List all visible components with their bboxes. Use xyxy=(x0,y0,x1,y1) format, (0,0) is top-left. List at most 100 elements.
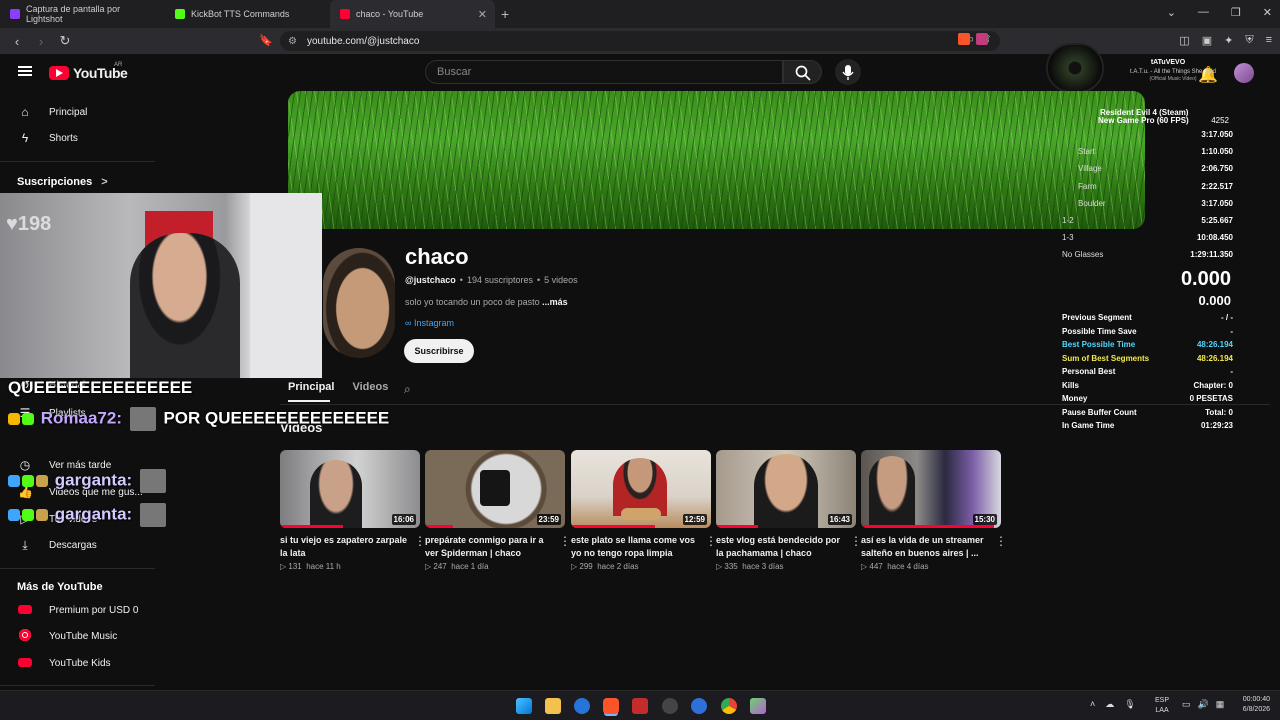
volume-icon[interactable]: 🔊 xyxy=(1198,699,1209,710)
split-row: Village 2:06.750 xyxy=(1062,164,1233,178)
chat-emote-icon xyxy=(139,503,166,527)
video-title[interactable]: prepárate conmigo para ir a ver Spiderma… xyxy=(425,534,555,560)
tray-chevron-icon[interactable]: ˄ xyxy=(1090,699,1095,710)
bing-icon[interactable] xyxy=(574,698,590,714)
more-actions-icon[interactable]: ⋮ xyxy=(559,534,571,548)
meta-separator: • xyxy=(459,275,463,285)
sidebar-item-downloads[interactable]: ⤓ Descargas xyxy=(0,532,155,558)
tab-list-chevron-icon[interactable]: ⌄ xyxy=(1167,6,1176,19)
back-icon[interactable]: ‹ xyxy=(10,34,24,49)
guide-menu-icon[interactable] xyxy=(18,66,32,76)
brave-browser-icon[interactable] xyxy=(603,698,619,714)
video-thumbnail[interactable]: 15:30 xyxy=(861,450,1001,528)
video-thumbnail[interactable]: 12:59 xyxy=(571,450,711,528)
mic-tray-icon[interactable]: 🎙 xyxy=(1124,699,1135,710)
close-tab-icon[interactable]: ✕ xyxy=(478,8,487,21)
bookmark-icon[interactable]: 🔖 xyxy=(259,34,273,47)
close-window-icon[interactable]: ✕ xyxy=(1263,6,1272,19)
tab-videos[interactable]: Videos xyxy=(352,381,388,393)
voice-search-button[interactable] xyxy=(835,59,861,85)
watch-progress-bar xyxy=(716,525,758,528)
tab-label: Captura de pantalla por Lightshot xyxy=(26,4,121,24)
download-icon: ⤓ xyxy=(22,537,28,552)
ccleaner-icon[interactable] xyxy=(691,698,707,714)
video-thumbnail[interactable]: 16:43 xyxy=(716,450,856,528)
stat-value: - xyxy=(1230,367,1233,376)
video-thumbnail[interactable]: 16:06 xyxy=(280,450,420,528)
video-card[interactable]: 12:59 este plato se llama come vos yo no… xyxy=(571,450,717,571)
video-duration: 16:43 xyxy=(827,514,852,525)
minimize-icon[interactable]: — xyxy=(1198,6,1209,19)
search-button[interactable] xyxy=(783,60,822,84)
brave-shield-icon[interactable] xyxy=(958,33,970,45)
menu-icon[interactable]: ≡ xyxy=(1266,34,1272,47)
tab-lightshot[interactable]: Captura de pantalla por Lightshot xyxy=(0,0,165,28)
video-card[interactable]: 15:30 así es la vida de un streamer salt… xyxy=(861,450,1007,571)
tab-kickbot[interactable]: KickBot TTS Commands xyxy=(165,0,330,28)
tab-home[interactable]: Principal xyxy=(288,381,334,393)
channel-description[interactable]: solo yo tocando un poco de pasto ...más xyxy=(405,297,568,307)
split-time: 2:06.750 xyxy=(1201,164,1233,174)
more-from-youtube-heading: Más de YouTube xyxy=(17,581,103,593)
channel-handle: @justchaco xyxy=(405,275,456,285)
video-card[interactable]: 16:06 si tu viejo es zapatero zarpale la… xyxy=(280,450,426,571)
maximize-icon[interactable]: ❐ xyxy=(1231,6,1241,19)
stat-value: - xyxy=(1230,326,1233,336)
settings-gear-icon[interactable] xyxy=(662,698,678,714)
search-placeholder: Buscar xyxy=(437,66,472,78)
subscribe-button[interactable]: Suscribirse xyxy=(404,339,474,363)
youtube-music-icon xyxy=(18,628,32,644)
input-language[interactable]: ESP LAA xyxy=(1155,696,1169,716)
stat-label: Money xyxy=(1062,394,1088,403)
video-thumbnail[interactable]: 23:59 xyxy=(425,450,565,528)
link-label: Instagram xyxy=(413,318,454,328)
display-icon[interactable]: ▭ xyxy=(1182,699,1191,710)
video-card[interactable]: 23:59 prepárate conmigo para ir a ver Sp… xyxy=(425,450,571,571)
more-link[interactable]: ...más xyxy=(542,297,568,307)
forward-icon[interactable]: › xyxy=(34,34,48,49)
youtube-play-icon xyxy=(49,66,69,80)
sidebar-item-music[interactable]: YouTube Music xyxy=(0,623,155,649)
tab-youtube[interactable]: chaco - YouTube ✕ xyxy=(330,0,495,28)
video-title[interactable]: este vlog está bendecido por la pachamam… xyxy=(716,534,846,560)
stat-value: 01:29:23 xyxy=(1200,421,1233,430)
channel-search-icon[interactable]: ⌕ xyxy=(404,382,411,397)
sidebar-item-shorts[interactable]: ϟ Shorts xyxy=(0,125,155,151)
file-explorer-icon[interactable] xyxy=(545,698,561,714)
clock[interactable]: 00:00:40 6/8/2026 xyxy=(1243,695,1270,715)
video-title[interactable]: si tu viejo es zapatero zarpale la lata xyxy=(280,534,410,560)
lang-top: ESP xyxy=(1155,697,1170,704)
search-input[interactable]: Buscar xyxy=(425,60,783,84)
vpn-icon[interactable]: ⛨ xyxy=(1245,34,1253,47)
more-actions-icon[interactable]: ⋮ xyxy=(995,534,1007,548)
sidebar-item-premium[interactable]: Premium por USD 0 xyxy=(0,597,155,623)
split-time: 3:17.050 xyxy=(1201,198,1233,208)
like-counter: ♥198 xyxy=(6,213,52,235)
video-card[interactable]: 16:43 este vlog está bendecido por la pa… xyxy=(716,450,862,571)
stat-row: Money 0 PESETAS xyxy=(1062,394,1233,408)
sidebar-item-home[interactable]: ⌂ Principal xyxy=(0,99,155,125)
video-meta: ▷ 247 hace 1 día xyxy=(425,562,489,571)
url-text: youtube.com/@justchaco xyxy=(306,35,420,47)
site-info-icon[interactable]: ⚙ xyxy=(288,36,297,47)
video-meta: ▷ 447 hace 4 días xyxy=(861,562,929,571)
obs-app-icon[interactable] xyxy=(632,698,648,714)
upload-age: hace 4 días xyxy=(887,562,929,571)
sidebar-item-kids[interactable]: YouTube Kids xyxy=(0,650,155,676)
subscriptions-heading[interactable]: Suscripciones > xyxy=(17,176,108,188)
app-icon[interactable] xyxy=(750,698,766,714)
channel-avatar[interactable] xyxy=(323,248,395,358)
chrome-icon[interactable] xyxy=(721,698,737,714)
video-title[interactable]: este plato se llama come vos yo no tengo… xyxy=(571,534,701,560)
new-tab-icon[interactable]: + xyxy=(501,6,509,22)
reload-icon[interactable]: ↻ xyxy=(58,33,72,49)
video-title[interactable]: así es la vida de un streamer salteño en… xyxy=(861,534,991,560)
address-field[interactable]: ⚙ youtube.com/@justchaco ▭ ⇪ xyxy=(280,31,1000,51)
start-windows-icon[interactable] xyxy=(516,698,532,714)
network-icon[interactable]: ▦ xyxy=(1216,699,1225,710)
cloud-icon[interactable]: ☁ xyxy=(1105,699,1114,710)
channel-link[interactable]: ∞ Instagram xyxy=(405,318,454,328)
stat-row: Previous Segment - / - xyxy=(1062,313,1233,327)
sidebar-divider xyxy=(0,161,155,162)
brave-rewards-icon[interactable] xyxy=(976,33,988,45)
